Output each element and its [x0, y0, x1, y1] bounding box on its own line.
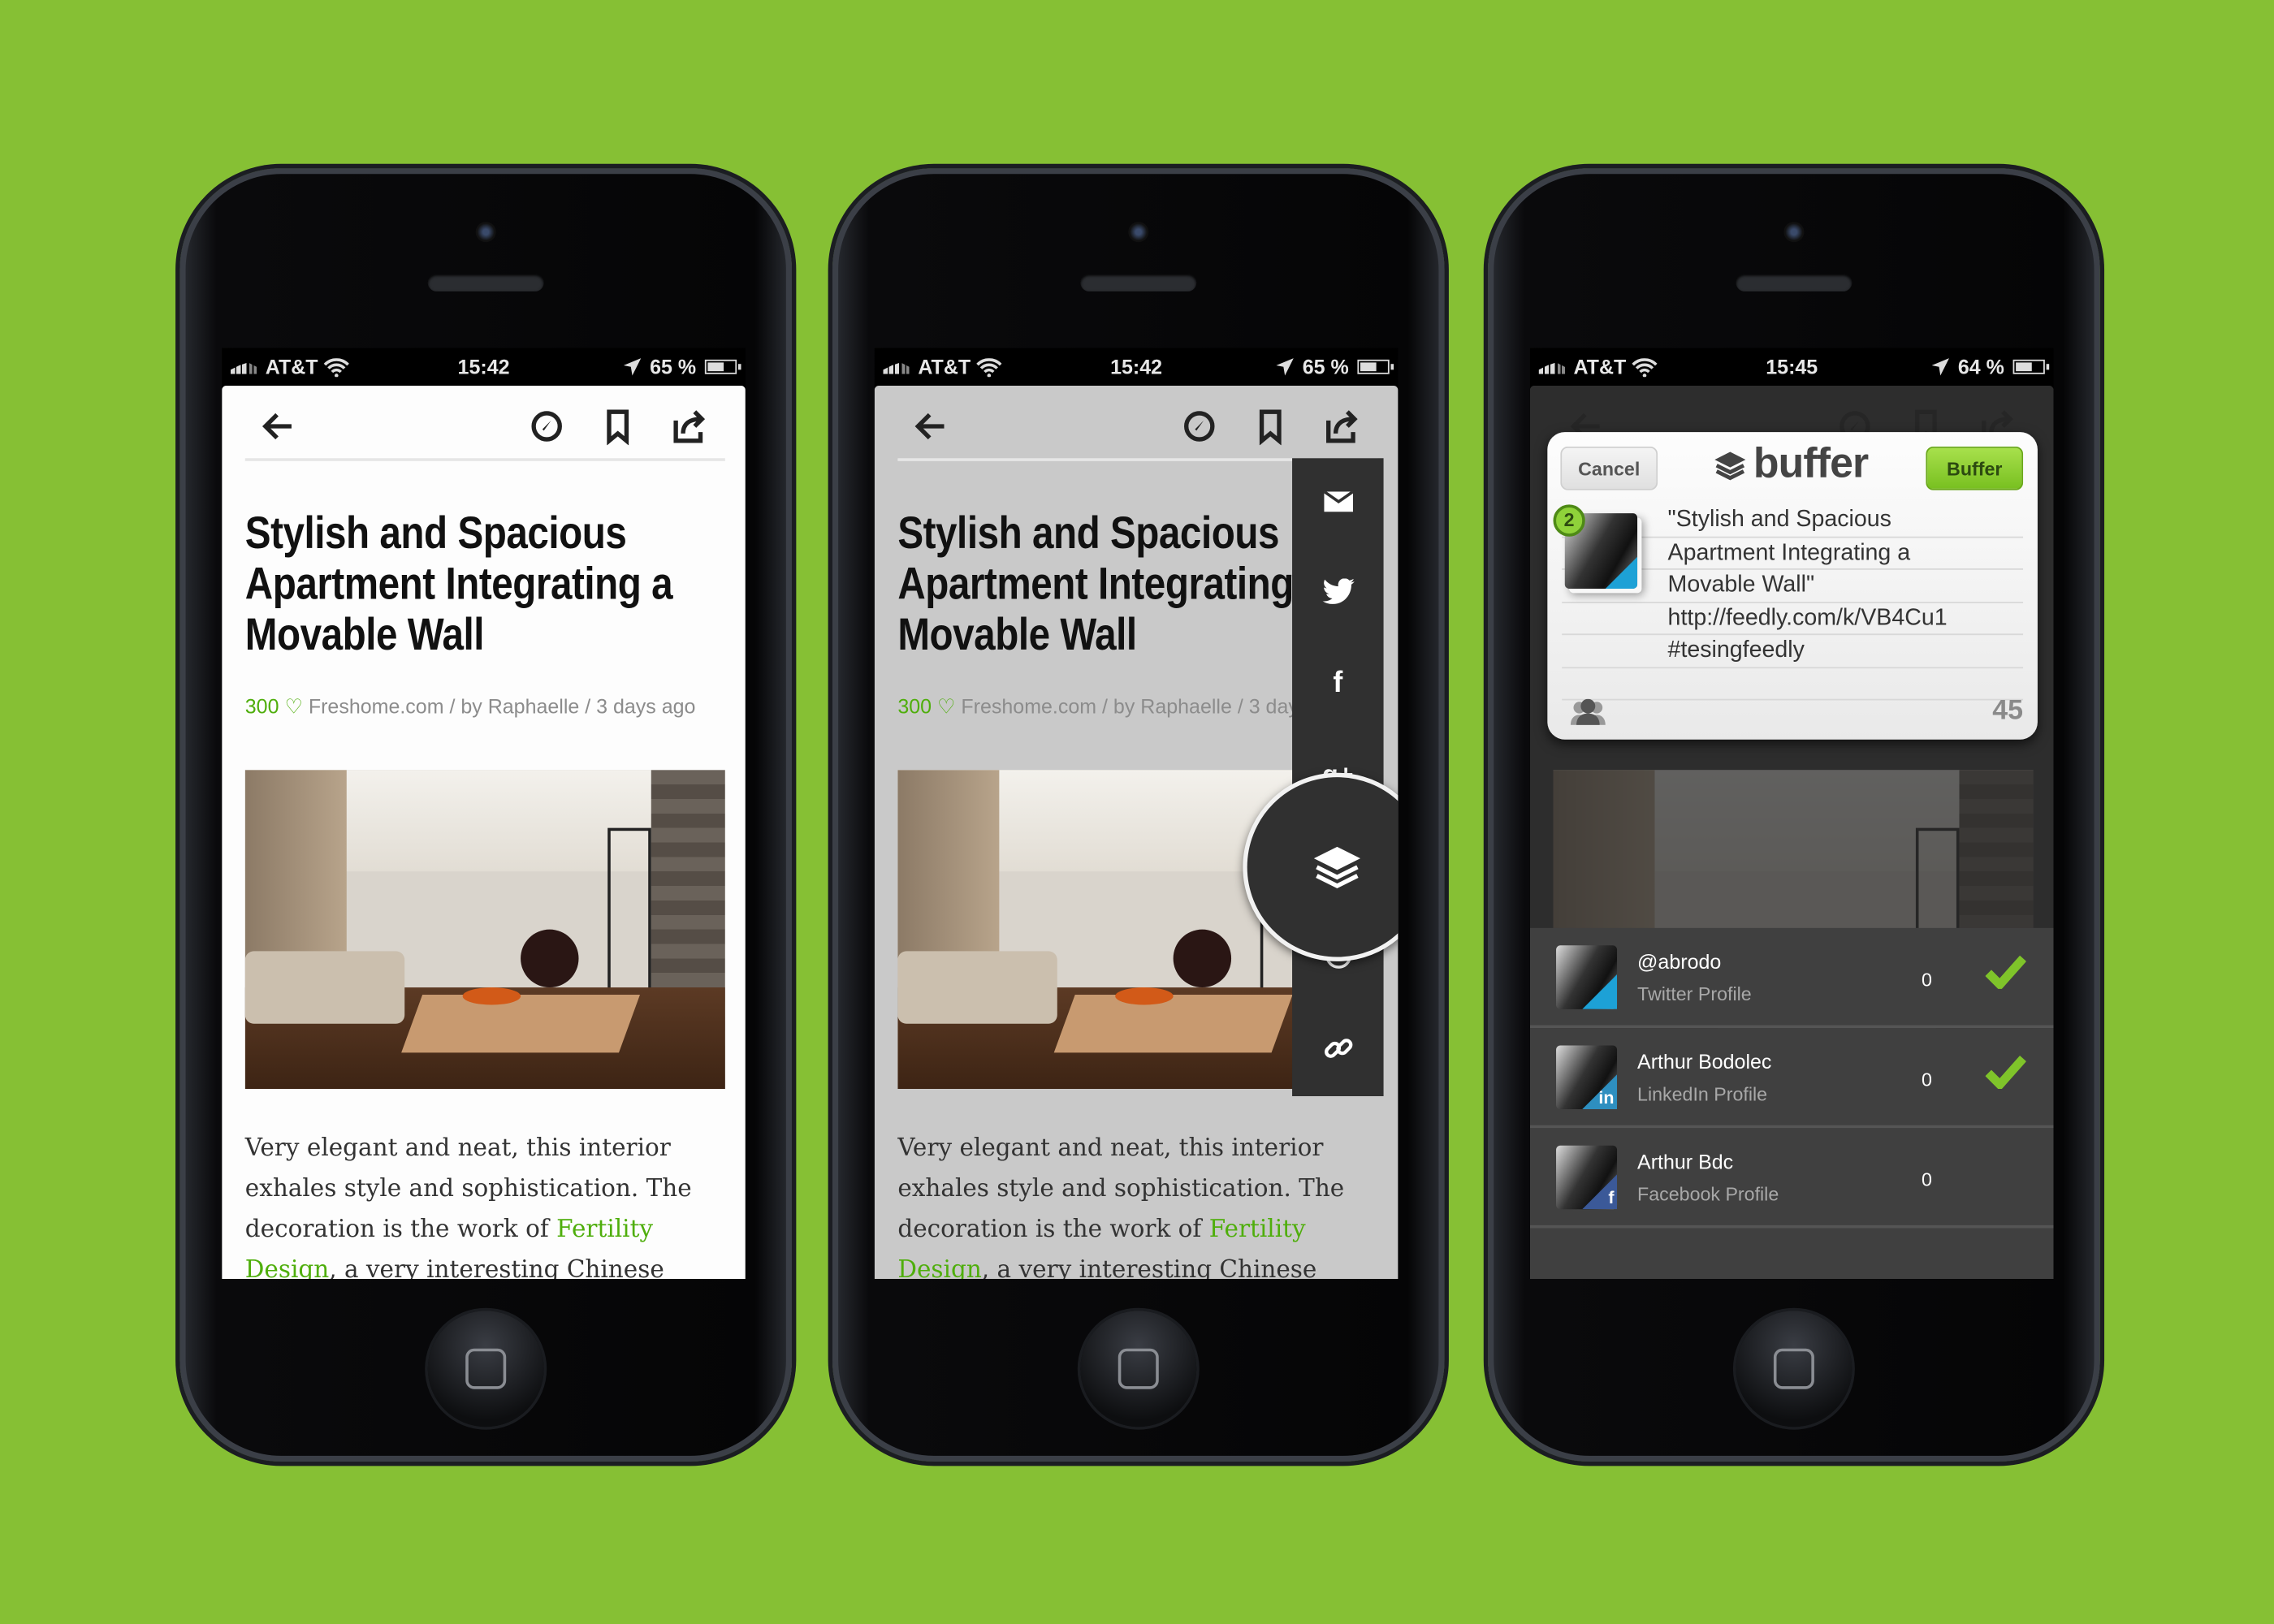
home-button[interactable] — [427, 1311, 544, 1427]
iphone-2: AT&T 15:42 65 % Stylish and Spacious Apa… — [832, 168, 1445, 1462]
profile-name: @abrodo — [1637, 949, 1722, 974]
battery-icon — [704, 359, 741, 374]
checkmark-icon — [1985, 955, 2026, 989]
status-bar: AT&T 15:42 65 % — [875, 348, 1399, 386]
heart-icon: ♡ — [279, 694, 309, 718]
buffer-submit-button[interactable]: Buffer — [1926, 446, 2024, 490]
content: ♡ Cancel buffer Buffer "Stylish and Spac… — [1529, 385, 2054, 1279]
profiles-icon[interactable] — [1567, 698, 1608, 725]
facebook-badge-icon: f — [1582, 1174, 1618, 1210]
back-arrow-icon[interactable] — [912, 408, 949, 445]
article-body: Very elegant and neat, this interior exh… — [897, 1128, 1390, 1279]
earpiece-speaker — [427, 274, 544, 292]
compass-icon[interactable] — [528, 408, 565, 445]
cancel-button[interactable]: Cancel — [1560, 446, 1658, 490]
battery-percent: 65 % — [650, 355, 697, 379]
location-arrow-icon — [1276, 358, 1294, 376]
buffer-compose-card: Cancel buffer Buffer "Stylish and Spacio… — [1547, 432, 2038, 740]
message-line — [1562, 667, 2024, 701]
link-share-button[interactable] — [1292, 1019, 1383, 1077]
battery-percent: 65 % — [1302, 355, 1349, 379]
profile-row[interactable]: f Arthur Bdc Facebook Profile 0 — [1529, 1128, 2054, 1229]
buffer-icon — [1313, 846, 1360, 889]
front-camera — [475, 222, 496, 243]
earpiece-speaker — [1080, 274, 1197, 292]
buffer-logo-text: buffer — [1753, 440, 1869, 487]
toolbar-divider — [244, 458, 725, 461]
compass-icon[interactable] — [1181, 408, 1218, 445]
profile-count-badge: 2 — [1553, 504, 1585, 537]
battery-icon — [1357, 359, 1394, 374]
queue-count: 0 — [1922, 1069, 1932, 1091]
content: Stylish and Spacious Apartment Integrati… — [222, 385, 746, 1279]
article-meta: 300 ♡ Freshome.com / by Raphaelle / 3 da… — [245, 694, 696, 719]
back-arrow-icon[interactable] — [260, 408, 297, 445]
checkmark-icon — [1985, 1056, 2026, 1090]
character-count: 45 — [1992, 696, 2024, 727]
bookmark-icon[interactable] — [1252, 408, 1289, 446]
front-camera — [1128, 222, 1149, 243]
queue-count: 0 — [1922, 968, 1932, 991]
home-button[interactable] — [1736, 1311, 1852, 1427]
profile-name: Arthur Bodolec — [1637, 1049, 1772, 1073]
stage: AT&T 15:42 65 % Stylish and Spacious Apa… — [0, 0, 2274, 1624]
content: Stylish and Spacious Apartment Integrati… — [874, 385, 1399, 1279]
earpiece-speaker — [1736, 274, 1852, 292]
article-source[interactable]: Freshome.com / by Raphaelle / 3 days ago — [961, 694, 1348, 718]
twitter-icon — [1321, 578, 1354, 604]
screen: AT&T 15:45 64 % ♡ Cancel buffer Buffer "… — [1529, 348, 2054, 1279]
profile-avatar: f — [1556, 1145, 1618, 1210]
twitter-badge-icon — [1605, 556, 1638, 589]
profile-avatar — [1556, 945, 1618, 1009]
article-source[interactable]: Freshome.com / by Raphaelle / 3 days ago — [309, 694, 696, 718]
iphone-3: AT&T 15:45 64 % ♡ Cancel buffer Buffer "… — [1488, 168, 2100, 1462]
mail-icon — [1323, 491, 1353, 512]
screen: AT&T 15:42 65 % Stylish and Spacious Apa… — [222, 348, 746, 1279]
linkedin-badge-icon: in — [1582, 1074, 1618, 1110]
front-camera — [1783, 222, 1805, 243]
buffer-logo: buffer — [1713, 440, 1869, 489]
profile-row[interactable]: in Arthur Bodolec LinkedIn Profile 0 — [1529, 1028, 2054, 1129]
profile-avatar: in — [1556, 1045, 1618, 1110]
bookmark-icon[interactable] — [599, 408, 636, 446]
status-bar: AT&T 15:42 65 % — [222, 348, 746, 386]
article-photo — [244, 770, 725, 1090]
profile-type: Twitter Profile — [1637, 983, 1752, 1005]
link-icon — [1324, 1039, 1352, 1058]
share-icon[interactable] — [670, 408, 707, 445]
buffer-logo-icon — [1714, 451, 1746, 480]
profile-row[interactable]: @abrodo Twitter Profile 0 — [1529, 927, 2054, 1029]
queue-count: 0 — [1922, 1168, 1932, 1191]
location-arrow-icon — [623, 358, 642, 376]
battery-icon — [2012, 359, 2050, 374]
empty-row — [1529, 1228, 2054, 1279]
article-title: Stylish and Spacious Apartment Integrati… — [244, 507, 673, 660]
facebook-icon: f — [1333, 666, 1343, 698]
mail-share-button[interactable] — [1292, 473, 1383, 530]
article-body: Very elegant and neat, this interior exh… — [245, 1128, 738, 1279]
message-line: http://feedly.com/k/VB4Cu1 — [1562, 603, 2024, 636]
profile-name: Arthur Bdc — [1637, 1150, 1734, 1173]
like-count: 300 — [897, 694, 932, 718]
share-icon[interactable] — [1323, 408, 1360, 445]
twitter-badge-icon — [1582, 974, 1618, 1009]
twitter-share-button[interactable] — [1292, 563, 1383, 620]
heart-icon: ♡ — [932, 694, 962, 718]
location-arrow-icon — [1931, 358, 1950, 376]
article-meta: 300 ♡ Freshome.com / by Raphaelle / 3 da… — [897, 694, 1348, 719]
message-line: #tesingfeedly — [1562, 635, 2024, 668]
like-count: 300 — [244, 694, 279, 718]
profile-type: Facebook Profile — [1637, 1183, 1779, 1205]
screen: AT&T 15:42 65 % Stylish and Spacious Apa… — [874, 348, 1399, 1279]
profile-type: LinkedIn Profile — [1637, 1082, 1768, 1105]
iphone-1: AT&T 15:42 65 % Stylish and Spacious Apa… — [179, 168, 792, 1462]
status-bar: AT&T 15:45 64 % — [1530, 348, 2054, 386]
home-button[interactable] — [1080, 1311, 1197, 1427]
battery-percent: 64 % — [1957, 355, 2004, 379]
facebook-share-button[interactable]: f — [1292, 654, 1383, 711]
